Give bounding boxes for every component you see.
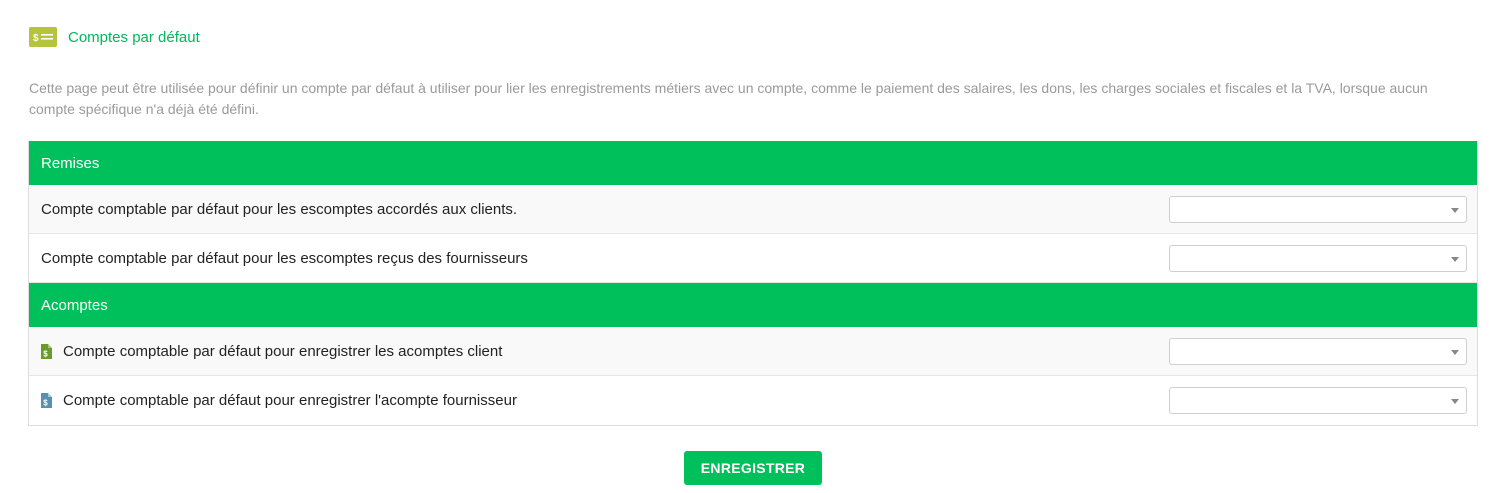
account-select[interactable]	[1169, 195, 1467, 223]
table-row: $ Compte comptable par défaut pour enreg…	[29, 376, 1477, 425]
money-bill-icon: $	[29, 27, 57, 47]
row-label: $ Compte comptable par défaut pour enreg…	[41, 343, 502, 360]
svg-text:$: $	[33, 33, 39, 44]
account-select[interactable]	[1169, 244, 1467, 272]
account-select[interactable]	[1169, 387, 1467, 414]
row-label-text: Compte comptable par défaut pour enregis…	[63, 342, 503, 360]
section-title: Acomptes	[41, 296, 108, 314]
section-header-acomptes: Acomptes	[29, 283, 1477, 327]
svg-text:$: $	[43, 399, 48, 408]
chevron-down-icon	[1451, 349, 1459, 355]
accounts-table: Remises Compte comptable par défaut pour…	[28, 141, 1478, 426]
row-label-text: Compte comptable par défaut pour les esc…	[41, 249, 528, 267]
supplier-invoice-icon: $	[41, 393, 52, 408]
page-header: $ Comptes par défaut	[29, 27, 200, 47]
chevron-down-icon	[1451, 207, 1459, 213]
default-accounts-page: $ Comptes par défaut Cette page peut êtr…	[0, 0, 1489, 493]
save-button[interactable]: ENREGISTRER	[684, 451, 822, 485]
section-title: Remises	[41, 154, 100, 172]
page-title: Comptes par défaut	[68, 28, 200, 46]
svg-text:$: $	[43, 349, 48, 358]
chevron-down-icon	[1451, 399, 1459, 404]
section-header-remises: Remises	[29, 141, 1477, 185]
row-label-text: Compte comptable par défaut pour enregis…	[63, 392, 517, 409]
account-select[interactable]	[1169, 337, 1467, 365]
customer-invoice-icon: $	[41, 343, 52, 359]
table-row: Compte comptable par défaut pour les esc…	[29, 234, 1477, 283]
table-row: $ Compte comptable par défaut pour enreg…	[29, 327, 1477, 376]
row-label-text: Compte comptable par défaut pour les esc…	[41, 200, 518, 218]
table-row: Compte comptable par défaut pour les esc…	[29, 185, 1477, 234]
chevron-down-icon	[1451, 256, 1459, 262]
page-description: Cette page peut être utilisée pour défin…	[29, 80, 1428, 117]
row-label: $ Compte comptable par défaut pour enreg…	[41, 392, 517, 409]
row-label: Compte comptable par défaut pour les esc…	[41, 250, 528, 267]
row-label: Compte comptable par défaut pour les esc…	[41, 201, 517, 218]
